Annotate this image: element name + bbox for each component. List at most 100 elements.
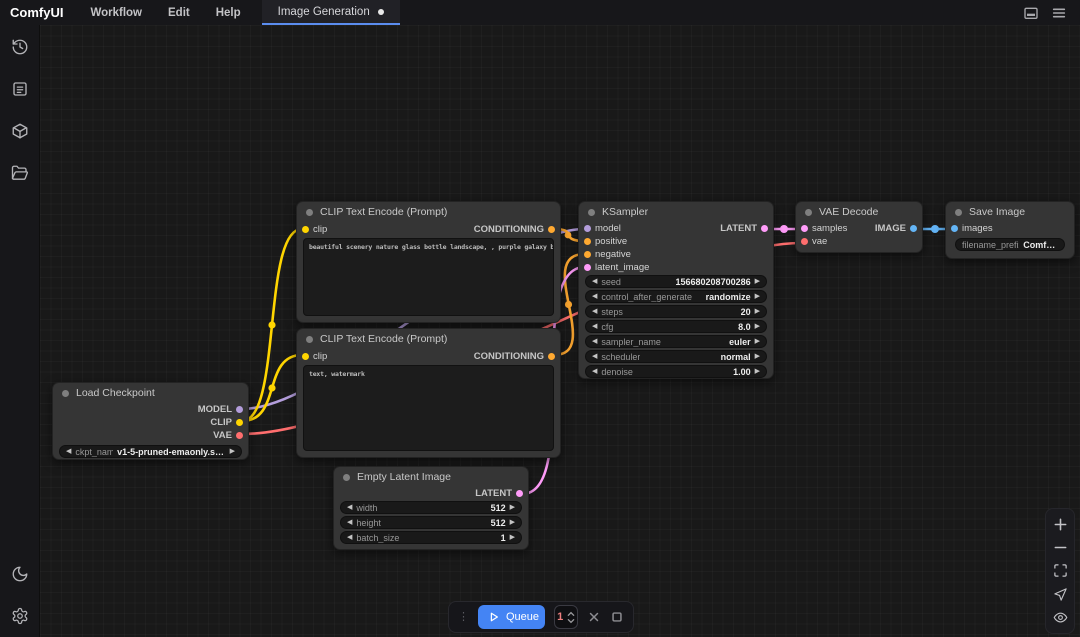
stepper-up-icon[interactable] [567,611,575,617]
output-slot-model[interactable] [236,406,243,413]
positive-prompt-textarea[interactable]: beautiful scenery nature glass bottle la… [303,238,554,316]
scheduler-widget[interactable]: ◀ scheduler normal ▶ [585,350,767,363]
input-slot-vae[interactable] [801,238,808,245]
stepper-down-icon[interactable] [567,618,575,624]
hamburger-menu-icon[interactable] [1050,4,1068,22]
clear-queue-icon[interactable] [587,609,601,625]
fit-view-icon[interactable] [1052,563,1068,579]
node-header[interactable]: Save Image [946,202,1074,222]
widget-increment-icon[interactable]: ▶ [755,308,760,315]
menu-edit[interactable]: Edit [155,0,203,25]
node-vae-decode[interactable]: VAE Decode samples IMAGE vae [795,201,923,253]
link-dot-image[interactable] [931,225,939,233]
link-dot-clip-positive[interactable] [268,321,275,328]
node-header[interactable]: CLIP Text Encode (Prompt) [297,202,560,222]
widget-decrement-icon[interactable]: ◀ [592,323,597,330]
link-dot-samples[interactable] [780,225,788,233]
toggle-link-visibility-icon[interactable] [1052,610,1068,626]
node-header[interactable]: Load Checkpoint [53,383,248,403]
menu-workflow[interactable]: Workflow [77,0,155,25]
drag-handle-icon[interactable]: ⋮ [458,612,469,623]
negative-prompt-textarea[interactable]: text, watermark [303,365,554,451]
node-header[interactable]: VAE Decode [796,202,922,222]
input-slot-model[interactable] [584,225,591,232]
denoise-widget[interactable]: ◀ denoise 1.00 ▶ [585,365,767,378]
widget-increment-icon[interactable]: ▶ [755,293,760,300]
batch-size-widget[interactable]: ◀ batch_size 1 ▶ [340,531,522,544]
model-library-icon[interactable] [11,122,29,140]
widget-increment-icon[interactable]: ▶ [755,278,760,285]
seed-widget[interactable]: ◀ seed 156680208700286 ▶ [585,275,767,288]
settings-gear-icon[interactable] [11,607,29,625]
output-slot-vae[interactable] [236,432,243,439]
node-graph-canvas[interactable]: Load Checkpoint MODEL CLIP VAE ◀ ckpt_na… [40,25,1080,637]
node-header[interactable]: KSampler [579,202,773,222]
node-load-checkpoint[interactable]: Load Checkpoint MODEL CLIP VAE ◀ ckpt_na… [52,382,249,460]
workflows-folder-icon[interactable] [11,164,29,182]
input-slot-samples[interactable] [801,225,808,232]
collapse-dot-icon[interactable] [306,209,313,216]
output-slot-conditioning[interactable] [548,353,555,360]
widget-increment-icon[interactable]: ▶ [755,323,760,330]
zoom-out-icon[interactable] [1052,540,1068,556]
steps-widget[interactable]: ◀ steps 20 ▶ [585,305,767,318]
workflow-history-icon[interactable] [11,38,29,56]
widget-decrement-icon[interactable]: ◀ [347,504,352,511]
node-empty-latent-image[interactable]: Empty Latent Image LATENT ◀ width 512 ▶ … [333,466,529,550]
link-dot-conditioning-positive[interactable] [565,232,572,239]
node-header[interactable]: CLIP Text Encode (Prompt) [297,329,560,349]
widget-decrement-icon[interactable]: ◀ [592,293,597,300]
link-dot-clip-negative[interactable] [268,384,275,391]
height-widget[interactable]: ◀ height 512 ▶ [340,516,522,529]
widget-increment-icon[interactable]: ▶ [230,448,235,455]
bottom-panel-toggle-icon[interactable] [1022,4,1040,22]
menu-help[interactable]: Help [203,0,254,25]
input-slot-negative[interactable] [584,251,591,258]
input-slot-clip[interactable] [302,226,309,233]
ckpt-name-widget[interactable]: ◀ ckpt_name v1-5-pruned-emaonly.safete..… [59,445,242,458]
queue-panel-icon[interactable] [11,80,29,98]
node-header[interactable]: Empty Latent Image [334,467,528,487]
select-mode-icon[interactable] [1052,586,1068,602]
theme-toggle-moon-icon[interactable] [11,565,29,583]
widget-decrement-icon[interactable]: ◀ [592,278,597,285]
widget-increment-icon[interactable]: ▶ [755,368,760,375]
widget-increment-icon[interactable]: ▶ [755,338,760,345]
node-save-image[interactable]: Save Image images filename_prefix ComfyU… [945,201,1075,259]
filename-prefix-widget[interactable]: filename_prefix ComfyUI [955,238,1065,251]
output-slot-clip[interactable] [236,419,243,426]
widget-decrement-icon[interactable]: ◀ [66,448,71,455]
output-slot-latent[interactable] [761,225,768,232]
widget-decrement-icon[interactable]: ◀ [592,368,597,375]
node-ksampler[interactable]: KSampler model LATENT positive negative … [578,201,774,379]
widget-increment-icon[interactable]: ▶ [755,353,760,360]
cfg-widget[interactable]: ◀ cfg 8.0 ▶ [585,320,767,333]
control-after-generate-widget[interactable]: ◀ control_after_generate randomize ▶ [585,290,767,303]
tab-image-generation[interactable]: Image Generation [262,0,400,25]
stop-icon[interactable] [610,609,624,625]
queue-button[interactable]: Queue [478,605,545,629]
input-slot-latent-image[interactable] [584,264,591,271]
widget-increment-icon[interactable]: ▶ [510,534,515,541]
output-slot-image[interactable] [910,225,917,232]
collapse-dot-icon[interactable] [306,336,313,343]
widget-decrement-icon[interactable]: ◀ [347,519,352,526]
batch-count-input[interactable]: 1 [554,605,578,629]
collapse-dot-icon[interactable] [62,390,69,397]
output-slot-conditioning[interactable] [548,226,555,233]
sampler-name-widget[interactable]: ◀ sampler_name euler ▶ [585,335,767,348]
widget-decrement-icon[interactable]: ◀ [592,353,597,360]
widget-decrement-icon[interactable]: ◀ [347,534,352,541]
input-slot-images[interactable] [951,225,958,232]
widget-increment-icon[interactable]: ▶ [510,504,515,511]
collapse-dot-icon[interactable] [588,209,595,216]
widget-increment-icon[interactable]: ▶ [510,519,515,526]
output-slot-latent[interactable] [516,490,523,497]
node-clip-text-encode-negative[interactable]: CLIP Text Encode (Prompt) clip CONDITION… [296,328,561,458]
node-clip-text-encode-positive[interactable]: CLIP Text Encode (Prompt) clip CONDITION… [296,201,561,323]
input-slot-positive[interactable] [584,238,591,245]
widget-decrement-icon[interactable]: ◀ [592,338,597,345]
zoom-in-icon[interactable] [1052,516,1068,532]
collapse-dot-icon[interactable] [955,209,962,216]
input-slot-clip[interactable] [302,353,309,360]
